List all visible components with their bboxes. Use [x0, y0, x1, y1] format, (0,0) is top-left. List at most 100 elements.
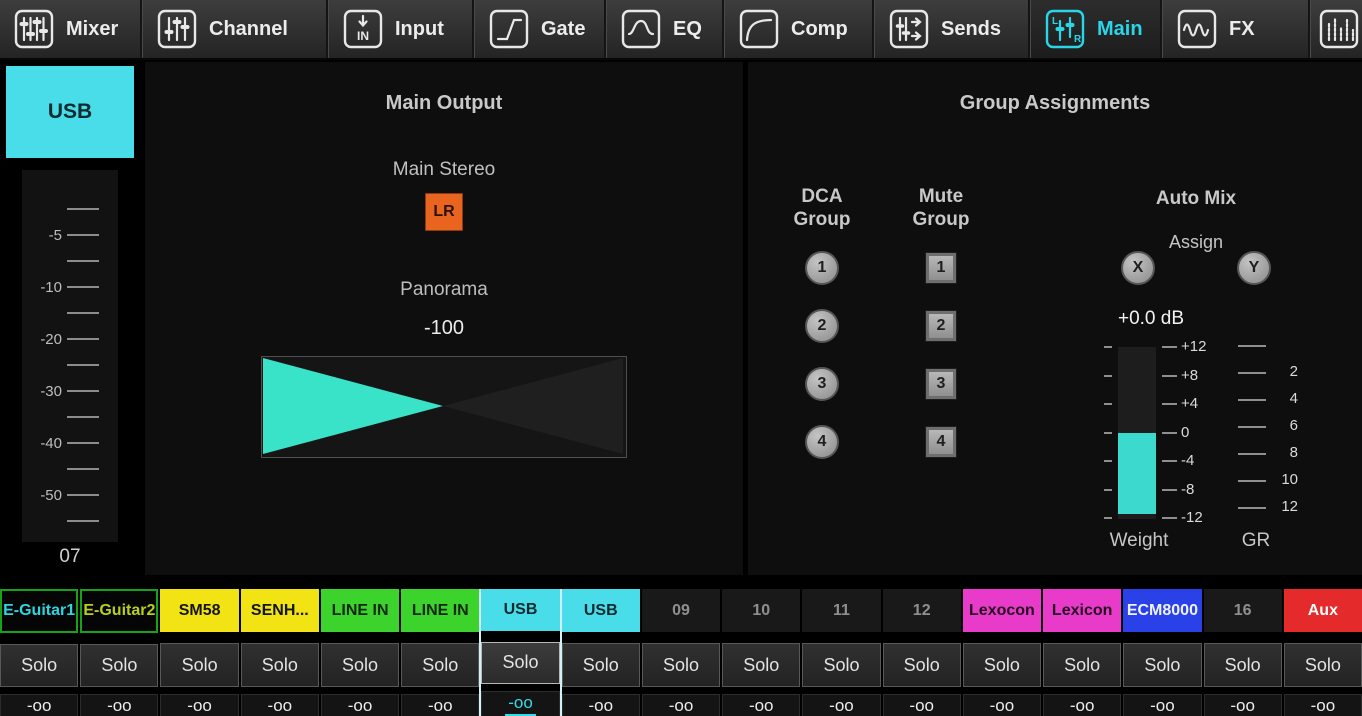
meter-tick: -20 — [22, 334, 118, 344]
weight-meter[interactable]: +12+8+40-4-8-12 — [1104, 347, 1214, 523]
channel-scribble[interactable]: ECM8000 — [1123, 589, 1201, 632]
channel-level-readout: -oo — [802, 694, 880, 716]
channel-name: Lexicon — [1052, 602, 1112, 620]
main-output-title: Main Output — [145, 92, 743, 115]
weight-label: Weight — [1084, 530, 1194, 552]
meter-tick: -40 — [22, 438, 118, 448]
level-value: -oo — [505, 693, 536, 716]
tab-sends[interactable]: Sends — [874, 0, 1030, 58]
channel-solo-button[interactable]: Solo — [963, 643, 1041, 687]
tab-fx[interactable]: FX — [1162, 0, 1310, 58]
dca-button-3[interactable]: 3 — [805, 367, 839, 401]
panorama-slider[interactable] — [261, 356, 627, 458]
channel-column: Lexicon Solo -oo — [1043, 589, 1121, 716]
tab-main[interactable]: LRMain — [1030, 0, 1162, 58]
meter-readout: 07 — [22, 546, 118, 568]
mute-button-4[interactable]: 4 — [926, 427, 956, 457]
channel-name: LINE IN — [332, 602, 389, 620]
channel-scribble[interactable]: 10 — [722, 589, 800, 632]
dca-button-2[interactable]: 2 — [805, 309, 839, 343]
gr-meter: 24681012 — [1238, 345, 1308, 521]
channel-solo-button[interactable]: Solo — [642, 643, 720, 687]
automix-assign-y-button[interactable]: Y — [1237, 251, 1271, 285]
channel-level-readout: -oo — [401, 694, 479, 716]
channel-icon — [157, 9, 197, 49]
mute-button-1[interactable]: 1 — [926, 253, 956, 283]
channel-scribble[interactable]: Lexocon — [963, 589, 1041, 632]
pan-right-triangle — [443, 358, 623, 454]
tab-input[interactable]: INInput — [328, 0, 474, 58]
channel-column: SENH... Solo -oo — [241, 589, 319, 716]
channel-solo-button[interactable]: Solo — [1204, 643, 1282, 687]
channel-solo-button[interactable]: Solo — [1123, 643, 1201, 687]
channel-solo-button[interactable]: Solo — [802, 643, 880, 687]
channel-column: E-Guitar1 Solo -oo — [0, 589, 78, 716]
channel-solo-button[interactable]: Solo — [1284, 643, 1362, 687]
channel-scribble[interactable]: 12 — [883, 589, 961, 632]
channel-solo-button[interactable]: Solo — [160, 643, 238, 687]
channel-scribble[interactable]: LINE IN — [321, 589, 399, 632]
source-select-button[interactable]: USB — [6, 66, 134, 158]
channel-scribble[interactable]: SENH... — [241, 589, 319, 632]
channel-solo-button[interactable]: Solo — [1043, 643, 1121, 687]
tab-channel[interactable]: Channel — [142, 0, 328, 58]
channel-scribble[interactable]: SM58 — [160, 589, 238, 632]
dca-button-1[interactable]: 1 — [805, 251, 839, 285]
mute-button-3[interactable]: 3 — [926, 369, 956, 399]
channel-scribble[interactable]: Aux — [1284, 589, 1362, 632]
channel-name: Aux — [1308, 602, 1338, 620]
solo-label: Solo — [663, 655, 699, 676]
dca-button-4[interactable]: 4 — [805, 425, 839, 459]
channel-solo-button[interactable]: Solo — [0, 644, 78, 687]
tab-comp[interactable]: Comp — [724, 0, 874, 58]
meter-tick — [22, 204, 118, 214]
channel-level-readout: -oo — [1204, 694, 1282, 716]
main-level-meter: -5-10-20-30-40-50 — [22, 170, 118, 542]
channel-solo-button[interactable]: Solo — [481, 642, 559, 684]
channel-scribble[interactable]: LINE IN — [401, 589, 479, 632]
channel-solo-button[interactable]: Solo — [321, 643, 399, 687]
meter-tick — [22, 516, 118, 526]
channel-solo-button[interactable]: Solo — [883, 643, 961, 687]
auto-mix-label: Auto Mix — [1136, 187, 1256, 210]
channel-scribble[interactable]: 11 — [802, 589, 880, 632]
lr-stereo-button[interactable]: LR — [425, 193, 463, 231]
automix-assign-x-button[interactable]: X — [1121, 251, 1155, 285]
channel-scribble[interactable]: 09 — [642, 589, 720, 632]
channel-scribble[interactable]: 16 — [1204, 589, 1282, 632]
channel-scribble[interactable]: USB — [562, 589, 640, 632]
channel-solo-button[interactable]: Solo — [401, 643, 479, 687]
tab-gate[interactable]: Gate — [474, 0, 606, 58]
channel-name: 10 — [752, 602, 770, 620]
channel-solo-button[interactable]: Solo — [562, 643, 640, 687]
weight-fader[interactable] — [1118, 347, 1156, 519]
level-value: -oo — [1150, 696, 1175, 716]
channel-level-readout: -oo — [963, 694, 1041, 716]
tab-label: Mixer — [66, 18, 118, 41]
channel-solo-button[interactable]: Solo — [722, 643, 800, 687]
tab-m[interactable]: M — [1310, 0, 1362, 58]
tab-eq[interactable]: EQ — [606, 0, 724, 58]
solo-label: Solo — [182, 655, 218, 676]
meter-tick — [22, 412, 118, 422]
channel-scribble[interactable]: E-Guitar2 — [80, 589, 158, 633]
solo-label: Solo — [1144, 655, 1180, 676]
meter-tick — [22, 464, 118, 474]
tab-mixer[interactable]: Mixer — [0, 0, 142, 58]
channel-name: E-Guitar1 — [3, 602, 75, 620]
channel-column: E-Guitar2 Solo -oo — [80, 589, 158, 716]
channel-scribble[interactable]: E-Guitar1 — [0, 589, 78, 633]
channel-solo-button[interactable]: Solo — [241, 643, 319, 687]
channel-level-readout: -oo — [321, 694, 399, 716]
channel-scribble[interactable]: USB — [481, 589, 559, 631]
panorama-graphic — [262, 357, 624, 455]
channel-column: 12 Solo -oo — [883, 589, 961, 716]
channel-level-readout: -oo — [80, 694, 158, 716]
channel-name: USB — [504, 601, 538, 619]
mute-button-2[interactable]: 2 — [926, 311, 956, 341]
channel-solo-button[interactable]: Solo — [80, 644, 158, 687]
channel-strip: E-Guitar1 Solo -oo E-Guitar2 Solo -oo SM… — [0, 578, 1362, 716]
channel-scribble[interactable]: Lexicon — [1043, 589, 1121, 632]
channel-column: LINE IN Solo -oo — [401, 589, 479, 716]
solo-label: Solo — [342, 655, 378, 676]
